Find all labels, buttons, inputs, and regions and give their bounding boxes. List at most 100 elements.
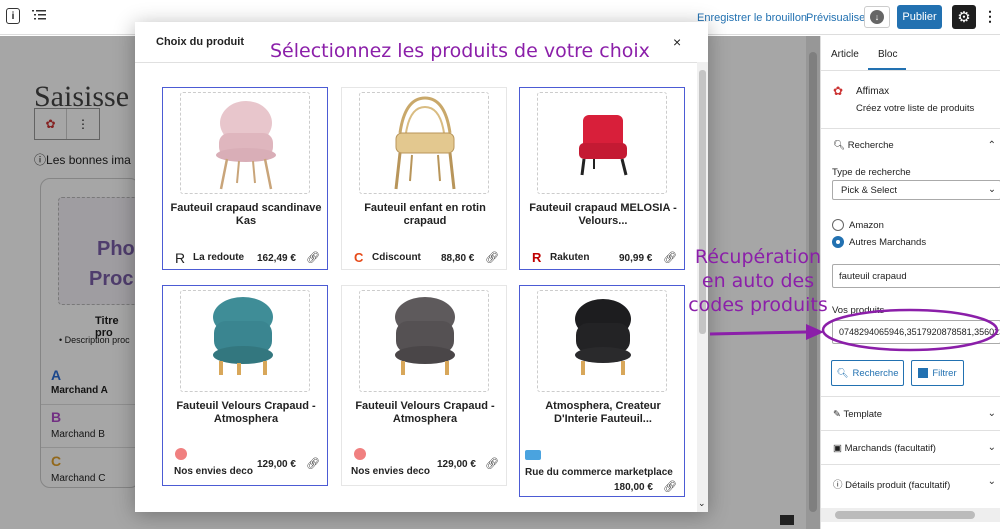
brush-icon: ✎ xyxy=(833,409,841,420)
search-type-select[interactable]: Pick & Select ⌄ xyxy=(832,180,1000,200)
product-name: Fauteuil crapaud scandinave Kas xyxy=(170,202,322,227)
product-price: 129,00 € xyxy=(257,459,296,470)
search-icon: 🔍︎ xyxy=(833,140,846,151)
block-name: Affimax xyxy=(856,86,890,97)
divider xyxy=(135,62,708,63)
divider xyxy=(821,396,1000,397)
search-button[interactable]: 🔍︎ Recherche xyxy=(831,360,904,386)
divider xyxy=(821,430,1000,431)
sidebar-hscrollbar[interactable] xyxy=(821,508,1000,522)
link-icon[interactable]: 🔗︎ xyxy=(485,457,499,470)
annotation-line: Récupération xyxy=(694,246,822,268)
download-icon: ↓ xyxy=(870,10,884,24)
block-description: Créez votre liste de produits xyxy=(856,103,975,114)
preview-link[interactable]: Prévisualiser xyxy=(806,12,869,24)
annotation-line: en auto des xyxy=(701,270,815,292)
modal-title: Choix du produit xyxy=(156,36,244,48)
product-card[interactable]: Fauteuil Velours Crapaud - Atmosphera No… xyxy=(341,285,507,486)
filter-button[interactable]: Filtrer xyxy=(911,360,964,386)
product-image xyxy=(180,92,310,194)
search-icon: 🔍︎ xyxy=(836,367,849,379)
product-card[interactable]: Fauteuil crapaud MELOSIA - Velours... R … xyxy=(519,87,685,270)
divider xyxy=(821,70,1000,71)
query-input[interactable]: fauteuil crapaud xyxy=(832,264,1000,288)
link-icon[interactable]: 🔗︎ xyxy=(306,251,320,264)
annotation-arrow xyxy=(709,324,824,340)
annotation-line: codes produits xyxy=(688,294,828,316)
shop-name: Rue du commerce marketplace xyxy=(525,467,673,478)
product-card[interactable]: Atmosphera, Createur D'Interie Fauteuil.… xyxy=(519,285,685,497)
link-icon[interactable]: 🔗︎ xyxy=(663,480,677,493)
chevron-down-icon[interactable]: ⌄ xyxy=(988,408,996,419)
radio-other-label: Autres Marchands xyxy=(849,237,927,248)
product-price: 90,99 € xyxy=(619,253,653,264)
product-price: 162,49 € xyxy=(257,253,296,264)
shop-name: La redoute xyxy=(193,252,245,263)
affimax-logo-icon: ✿ xyxy=(833,84,844,98)
product-image xyxy=(537,290,667,392)
download-button[interactable]: ↓ xyxy=(864,6,890,28)
info-icon[interactable]: i xyxy=(6,8,20,24)
divider xyxy=(821,128,1000,129)
product-name: Fauteuil Velours Crapaud - Atmosphera xyxy=(176,400,316,425)
info-icon: ⓘ xyxy=(833,480,843,491)
settings-sidebar: Article Bloc ✿ Affimax Créez votre liste… xyxy=(820,36,1000,529)
divider xyxy=(821,464,1000,465)
tab-bloc[interactable]: Bloc xyxy=(878,49,897,60)
product-name: Fauteuil enfant en rotin crapaud xyxy=(364,202,486,227)
product-name: Atmosphera, Createur D'Interie Fauteuil.… xyxy=(545,400,661,425)
chevron-up-icon[interactable]: ⌃ xyxy=(988,140,996,151)
list-view-icon[interactable] xyxy=(32,9,46,21)
close-icon[interactable]: × xyxy=(673,34,681,50)
product-image xyxy=(537,92,667,194)
rueducommerce-logo-icon xyxy=(525,450,541,460)
product-price: 129,00 € xyxy=(437,459,476,470)
annotation-right: Récupération en auto des codes produits xyxy=(688,245,828,317)
radio-other[interactable] xyxy=(832,236,844,248)
shop-name: Nos envies deco xyxy=(351,466,430,477)
product-card[interactable]: Fauteuil enfant en rotin crapaud C Cdisc… xyxy=(341,87,507,270)
shop-name: Cdiscount xyxy=(372,252,421,263)
product-name: Fauteuil Velours Crapaud - Atmosphera xyxy=(355,400,495,425)
laredoute-logo-icon: R xyxy=(175,250,186,266)
highlight-ellipse xyxy=(821,308,999,352)
annotation-top: Sélectionnez les produits de votre choix xyxy=(270,40,650,62)
link-icon[interactable]: 🔗︎ xyxy=(306,457,320,470)
scrollbar-thumb[interactable] xyxy=(835,511,975,519)
product-card[interactable]: Fauteuil crapaud scandinave Kas R La red… xyxy=(162,87,328,270)
settings-gear-icon[interactable]: ⚙ xyxy=(952,5,976,29)
save-draft-link[interactable]: Enregistrer le brouillon xyxy=(697,12,807,24)
chevron-down-icon[interactable]: ⌄ xyxy=(988,442,996,453)
nosenvies-logo-icon xyxy=(354,448,366,460)
panel-details[interactable]: ⓘ Détails produit (facultatif) xyxy=(833,477,950,491)
bag-icon: ▣ xyxy=(833,443,842,454)
cdiscount-logo-icon: C xyxy=(354,250,364,265)
chevron-down-icon[interactable]: ⌄ xyxy=(988,476,996,487)
link-icon[interactable]: 🔗︎ xyxy=(485,251,499,264)
publish-button[interactable]: Publier xyxy=(897,5,942,29)
product-name: Fauteuil crapaud MELOSIA - Velours... xyxy=(529,202,677,227)
shop-name: Rakuten xyxy=(550,252,590,263)
product-image xyxy=(359,290,489,392)
more-menu-icon[interactable]: ⋮ xyxy=(983,8,997,25)
link-icon[interactable]: 🔗︎ xyxy=(663,251,677,264)
product-price: 180,00 € xyxy=(614,482,653,493)
product-card[interactable]: Fauteuil Velours Crapaud - Atmosphera No… xyxy=(162,285,328,486)
product-picker-modal: Choix du produit × ⌄ Fauteuil crapaud sc… xyxy=(135,22,708,512)
search-type-label: Type de recherche xyxy=(832,167,911,178)
chevron-down-icon: ⌄ xyxy=(988,184,996,195)
nosenvies-logo-icon xyxy=(175,448,187,460)
product-price: 88,80 € xyxy=(441,253,475,264)
filter-icon xyxy=(918,368,929,378)
shop-name: Nos envies deco xyxy=(174,466,253,477)
radio-amazon-label: Amazon xyxy=(849,220,884,231)
product-image xyxy=(180,290,310,392)
panel-template[interactable]: ✎ Template xyxy=(833,409,882,420)
radio-amazon[interactable] xyxy=(832,219,844,231)
search-section-header[interactable]: 🔍︎ Recherche xyxy=(833,140,894,151)
chevron-down-icon[interactable]: ⌄ xyxy=(698,498,706,509)
panel-merchants[interactable]: ▣ Marchands (facultatif) xyxy=(833,443,936,454)
rakuten-logo-icon: R xyxy=(532,250,542,265)
product-image xyxy=(359,92,489,194)
tab-article[interactable]: Article xyxy=(831,49,859,60)
